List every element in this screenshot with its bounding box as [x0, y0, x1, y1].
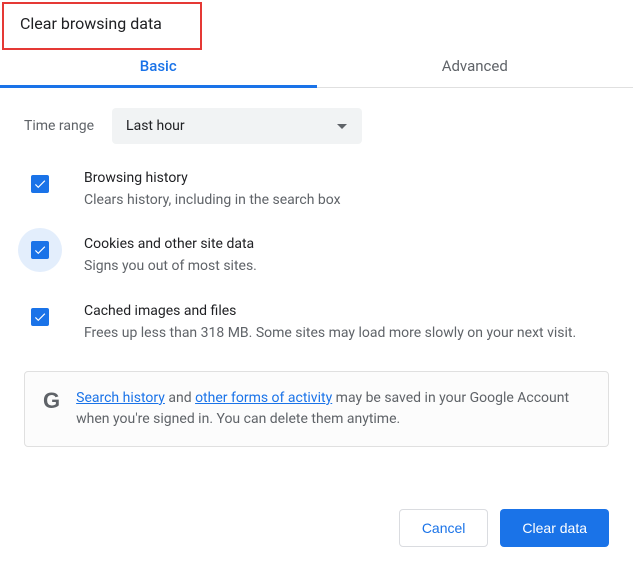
- option-text: Cookies and other site data Signs you ou…: [84, 236, 609, 276]
- time-range-row: Time range Last hour: [24, 108, 609, 144]
- checkbox-cache[interactable]: [31, 308, 49, 326]
- checkbox-cookies[interactable]: [31, 241, 49, 259]
- notice-text: Search history and other forms of activi…: [76, 388, 590, 430]
- option-text: Browsing history Clears history, includi…: [84, 170, 609, 210]
- option-title: Cookies and other site data: [84, 236, 609, 252]
- option-desc: Frees up less than 318 MB. Some sites ma…: [84, 323, 609, 343]
- dialog-content: Time range Last hour Browsing history Cl…: [0, 88, 633, 463]
- tab-basic[interactable]: Basic: [0, 45, 317, 87]
- dialog-buttons: Cancel Clear data: [0, 493, 633, 547]
- check-icon: [33, 310, 47, 324]
- time-range-select[interactable]: Last hour: [112, 108, 362, 144]
- tabs: Basic Advanced: [0, 45, 633, 88]
- clear-data-button[interactable]: Clear data: [500, 509, 609, 547]
- link-other-activity[interactable]: other forms of activity: [195, 390, 332, 406]
- cancel-button[interactable]: Cancel: [399, 509, 489, 547]
- time-range-label: Time range: [24, 118, 94, 134]
- check-icon: [33, 177, 47, 191]
- link-search-history[interactable]: Search history: [76, 390, 165, 406]
- option-desc: Signs you out of most sites.: [84, 256, 609, 276]
- dropdown-arrow-icon: [336, 118, 348, 134]
- check-icon: [33, 243, 47, 257]
- option-text: Cached images and files Frees up less th…: [84, 303, 609, 343]
- google-account-notice: G Search history and other forms of acti…: [24, 371, 609, 447]
- dialog-title: Clear browsing data: [0, 0, 633, 45]
- checkbox-browsing-history[interactable]: [31, 175, 49, 193]
- google-logo-icon: G: [43, 390, 60, 412]
- checkbox-wrap: [18, 162, 62, 206]
- option-title: Browsing history: [84, 170, 609, 186]
- option-browsing-history: Browsing history Clears history, includi…: [24, 172, 609, 210]
- option-title: Cached images and files: [84, 303, 609, 319]
- time-range-value: Last hour: [126, 118, 185, 134]
- checkbox-wrap: [18, 228, 62, 272]
- notice-mid: and: [165, 390, 195, 406]
- checkbox-wrap: [18, 295, 62, 339]
- tab-advanced[interactable]: Advanced: [317, 45, 633, 87]
- option-cookies: Cookies and other site data Signs you ou…: [24, 238, 609, 276]
- option-desc: Clears history, including in the search …: [84, 190, 609, 210]
- option-cache: Cached images and files Frees up less th…: [24, 305, 609, 343]
